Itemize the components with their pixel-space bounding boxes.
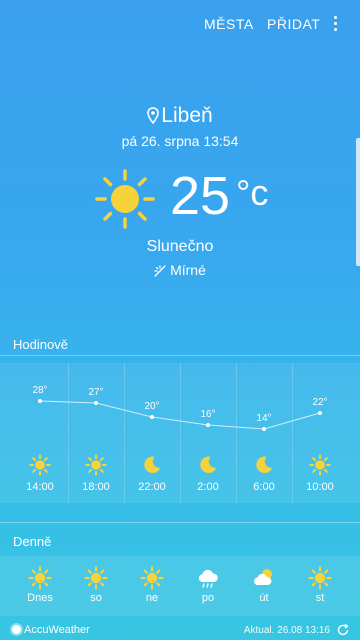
sun-icon xyxy=(140,566,164,590)
sun-icon xyxy=(28,566,52,590)
hourly-temp-label: 20° xyxy=(144,401,160,412)
location-name[interactable]: Libeň xyxy=(0,104,360,128)
refresh-icon[interactable] xyxy=(336,623,350,637)
moon-icon xyxy=(197,454,219,476)
current-temperature: 25 xyxy=(170,166,231,226)
hourly-temp-label: 14° xyxy=(256,413,272,424)
hourly-temp-label: 27° xyxy=(88,387,104,398)
daily-section-title: Denně xyxy=(13,534,52,549)
daily-forecast[interactable]: Dnes so ne po út st xyxy=(0,556,360,616)
hourly-time-label: 10:00 xyxy=(306,481,334,493)
footer: AccuWeather Aktual. 26.08 13:16 xyxy=(0,620,360,640)
hourly-temp-label: 16° xyxy=(200,409,216,420)
daily-day-label: po xyxy=(201,592,215,604)
divider xyxy=(0,355,360,356)
location-pin-icon xyxy=(147,107,160,125)
hourly-temp-point xyxy=(206,423,210,427)
last-updated: Aktual. 26.08 13:16 xyxy=(243,625,330,636)
divider xyxy=(0,522,360,523)
wind-label: Mírné xyxy=(170,262,206,278)
more-options-icon[interactable] xyxy=(330,16,340,36)
sun-icon xyxy=(95,169,155,229)
hourly-temp-point xyxy=(318,411,322,415)
accuweather-brand[interactable]: AccuWeather xyxy=(12,624,90,636)
daily-day-label: st xyxy=(315,592,325,604)
wind-icon xyxy=(154,265,166,277)
hourly-forecast[interactable]: 28° 14:00 27° 18:00 20° 22:00 16° 2:00 14° 6:00… xyxy=(0,363,360,503)
wind-info: Mírné xyxy=(0,262,360,278)
hourly-time-label: 14:00 xyxy=(26,481,54,493)
hourly-temp-point xyxy=(94,401,98,405)
sun-icon xyxy=(85,454,107,476)
sun-icon xyxy=(309,454,331,476)
sun-icon xyxy=(308,566,332,590)
current-datetime: pá 26. srpna 13:54 xyxy=(121,133,239,149)
moon-icon xyxy=(141,454,163,476)
daily-day-label: út xyxy=(259,592,269,604)
daily-day-label: Dnes xyxy=(27,592,53,604)
daily-day-label: ne xyxy=(145,592,159,604)
accuweather-sun-icon xyxy=(12,625,21,634)
hourly-time-label: 2:00 xyxy=(197,481,219,493)
top-bar: MĚSTA PŘIDAT xyxy=(0,0,360,50)
sun-icon xyxy=(84,566,108,590)
location-label: Libeň xyxy=(161,104,213,127)
add-location-button[interactable]: PŘIDAT xyxy=(267,16,320,32)
rain-cloud-icon xyxy=(196,566,220,590)
cities-button[interactable]: MĚSTA xyxy=(204,16,254,32)
hourly-time-label: 22:00 xyxy=(138,481,166,493)
hourly-time-label: 6:00 xyxy=(253,481,275,493)
hourly-time-label: 18:00 xyxy=(82,481,110,493)
partly-cloudy-icon xyxy=(252,566,276,590)
hourly-temp-point xyxy=(38,399,42,403)
hourly-temp-label: 22° xyxy=(312,397,328,408)
current-condition: Slunečno xyxy=(146,238,214,255)
hourly-temp-label: 28° xyxy=(32,385,48,396)
hourly-temp-point xyxy=(150,415,154,419)
hourly-section-title: Hodinově xyxy=(13,337,68,352)
daily-day-label: so xyxy=(90,592,102,604)
temperature-unit: °c xyxy=(236,172,269,213)
hourly-temp-point xyxy=(262,427,266,431)
brand-label: AccuWeather xyxy=(24,624,90,636)
moon-icon xyxy=(253,454,275,476)
sun-icon xyxy=(29,454,51,476)
